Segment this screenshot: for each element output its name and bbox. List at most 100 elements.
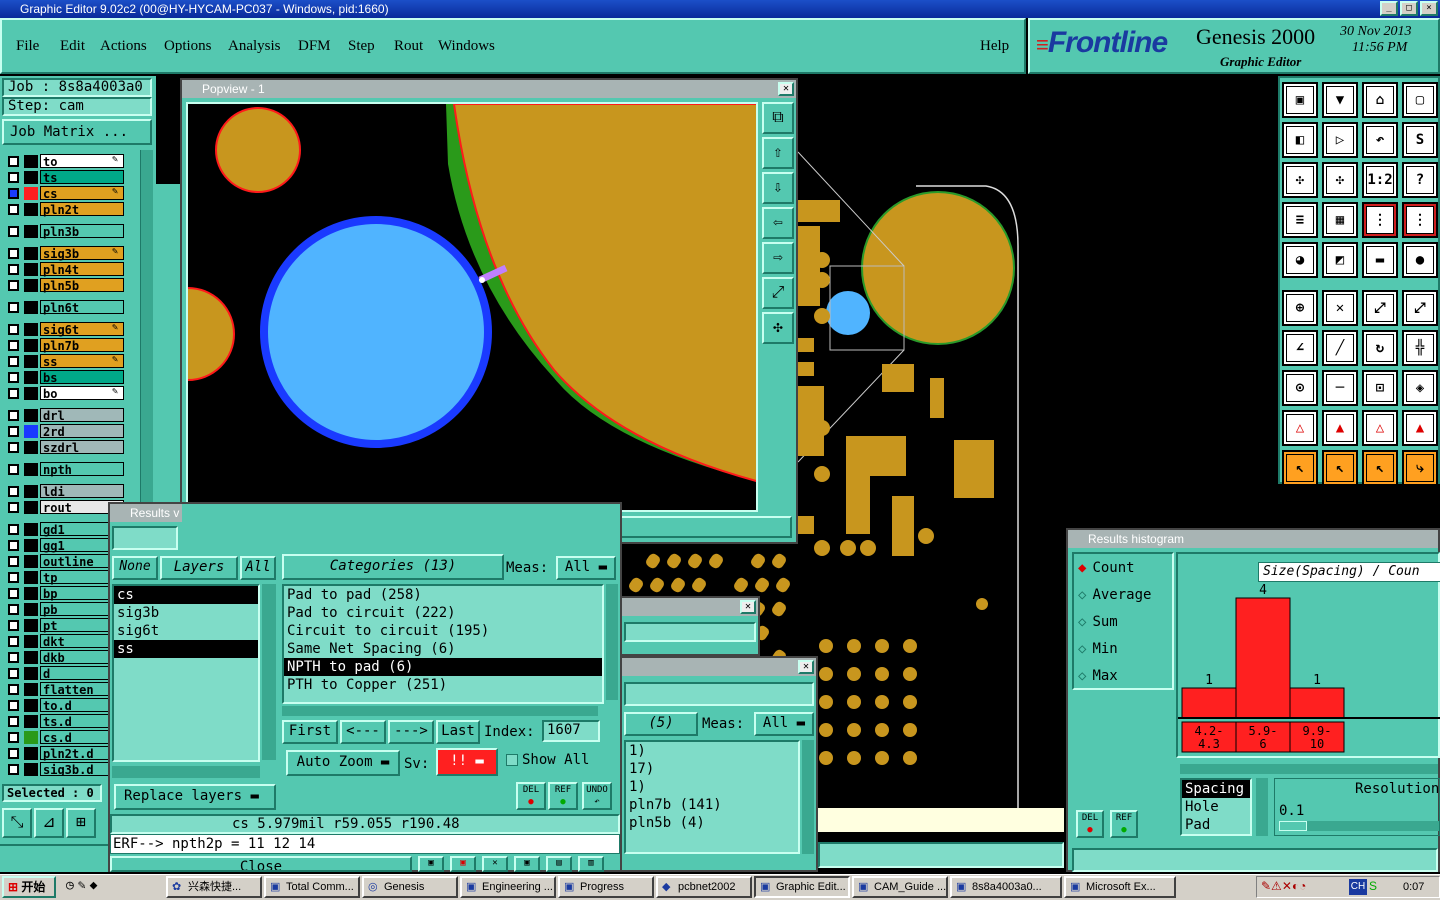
layer-row-pln7b[interactable]: pln7b (4, 338, 144, 353)
layer-visibility-checkbox[interactable] (8, 684, 19, 695)
layer-visibility-checkbox[interactable] (8, 388, 19, 399)
layer-visibility-checkbox[interactable] (8, 502, 19, 513)
hist-ref-button[interactable]: REF ● (1110, 810, 1138, 838)
results-layer-item[interactable]: cs (114, 586, 258, 604)
undo-button[interactable]: UNDO ↶ (582, 782, 612, 810)
layer-row-bo[interactable]: bo ✎ (4, 386, 144, 401)
hist-option-count[interactable]: ◆ Count (1078, 560, 1135, 576)
category-item[interactable]: Circuit to circuit (195) (284, 622, 602, 640)
menu-analysis[interactable]: Analysis (228, 38, 281, 55)
tool-a-icon[interactable]: ▣ (418, 856, 444, 872)
layer-visibility-checkbox[interactable] (8, 540, 19, 551)
menu-help[interactable]: Help (980, 38, 1009, 55)
menu-edit[interactable]: Edit (60, 38, 85, 55)
taskbar-item[interactable]: ▣ Microsoft Ex... (1064, 876, 1176, 898)
tool-ruler-icon[interactable]: ▬ (1362, 242, 1398, 278)
layer-visibility-checkbox[interactable] (8, 572, 19, 583)
start-button[interactable]: ⊞ 开始 (2, 876, 56, 898)
menu-rout[interactable]: Rout (394, 38, 423, 55)
layer-row-drl[interactable]: drl (4, 408, 144, 423)
show-all-checkbox[interactable] (506, 754, 518, 766)
quicklaunch-shield-icon[interactable]: ◆ (90, 878, 98, 896)
del-button[interactable]: DEL ● (516, 782, 546, 810)
severity-select[interactable]: !! ▬ (436, 748, 498, 776)
popview-left-icon[interactable]: ⇦ (762, 207, 794, 239)
hist-type-item[interactable]: Pad (1182, 816, 1250, 834)
prev-button[interactable]: <--- (340, 720, 386, 744)
tool-node-icon[interactable]: ⊕ (1282, 290, 1318, 326)
layer-row-pln5b[interactable]: pln5b (4, 278, 144, 293)
behind-list[interactable]: 1) 17) 1) pln7b (141) pln5b (4) (624, 740, 800, 854)
close-icon[interactable]: × (1420, 1, 1438, 16)
first-button[interactable]: First (282, 720, 338, 744)
layer-visibility-checkbox[interactable] (8, 226, 19, 237)
layer-row-pln6t[interactable]: pln6t (4, 300, 144, 315)
popview-down-icon[interactable]: ⇩ (762, 172, 794, 204)
tool-measure-b-icon[interactable]: ⤢ (1402, 290, 1438, 326)
layer-visibility-checkbox[interactable] (8, 188, 19, 199)
histogram-hscroll[interactable] (1180, 764, 1438, 774)
tool-tri-c-icon[interactable]: △ (1362, 410, 1398, 446)
layer-row-ldi[interactable]: ldi (4, 484, 144, 499)
taskbar-item[interactable]: ▣ 8s8a4003a0... (950, 876, 1062, 898)
hist-option-max[interactable]: ◇ Max (1078, 668, 1118, 684)
maximize-icon[interactable]: □ (1400, 1, 1418, 16)
behind-close-icon-2[interactable]: ✕ (798, 660, 814, 674)
layer-visibility-checkbox[interactable] (8, 588, 19, 599)
taskbar-item[interactable]: ✿ 兴森快捷... (166, 876, 262, 898)
layer-visibility-checkbox[interactable] (8, 156, 19, 167)
categories-button[interactable]: Categories (13) (282, 554, 504, 580)
layer-visibility-checkbox[interactable] (8, 716, 19, 727)
tool-angle-icon[interactable]: ∠ (1282, 330, 1318, 366)
tray-lang[interactable]: CH (1349, 879, 1367, 895)
tool-zoom-1-2-icon[interactable]: 1:2 (1362, 162, 1398, 198)
behind-list-item[interactable]: pln5b (4) (626, 814, 798, 832)
resolution-slider-thumb[interactable] (1279, 821, 1307, 831)
behind-list-item[interactable]: 17) (626, 760, 798, 778)
layer-visibility-checkbox[interactable] (8, 204, 19, 215)
category-item[interactable]: Pad to circuit (222) (284, 604, 602, 622)
taskbar-item[interactable]: ▣ Progress (558, 876, 654, 898)
hist-option-sum[interactable]: ◇ Sum (1078, 614, 1118, 630)
results-layer-item[interactable]: ss (114, 640, 258, 658)
popview-up-icon[interactable]: ⇧ (762, 137, 794, 169)
layer-visibility-checkbox[interactable] (8, 248, 19, 259)
tool-rotate-icon[interactable]: ↶ (1362, 122, 1398, 158)
tool-pan-icon[interactable]: ✣ (1282, 162, 1318, 198)
tool-b-icon[interactable]: ▣ (450, 856, 476, 872)
category-item[interactable]: NPTH to pad (6) (284, 658, 602, 676)
tool-f-icon[interactable]: ▥ (578, 856, 604, 872)
categories-list[interactable]: Pad to pad (258) Pad to circuit (222) Circ… (282, 584, 604, 704)
results-layer-list[interactable]: cs sig3b sig6t ss (112, 584, 260, 762)
tool-help-icon[interactable]: ? (1402, 162, 1438, 198)
tool-highlight-icon[interactable]: ◩ (1322, 242, 1358, 278)
tool-pad-icon[interactable]: ● (1402, 242, 1438, 278)
results-layer-scrollbar[interactable] (262, 584, 276, 760)
layer-visibility-checkbox[interactable] (8, 426, 19, 437)
category-item[interactable]: Same Net Spacing (6) (284, 640, 602, 658)
layer-visibility-checkbox[interactable] (8, 764, 19, 775)
zoom-box-icon[interactable]: ⤡ (2, 808, 32, 838)
popview-right-icon[interactable]: ⇨ (762, 242, 794, 274)
behind-count[interactable]: (5) (624, 712, 698, 736)
ref-button[interactable]: REF ● (548, 782, 578, 810)
layer-row-sig3b[interactable]: sig3b ✎ (4, 246, 144, 261)
taskbar-item[interactable]: ◎ Genesis (362, 876, 458, 898)
hist-bar[interactable] (1235, 597, 1291, 719)
taskbar-item[interactable]: ▣ Total Comm... (264, 876, 360, 898)
categories-scrollbar[interactable] (606, 584, 618, 700)
layer-visibility-checkbox[interactable] (8, 748, 19, 759)
menu-windows[interactable]: Windows (438, 38, 495, 55)
popview-fit-icon[interactable]: ⤢ (762, 277, 794, 309)
layer-visibility-checkbox[interactable] (8, 486, 19, 497)
layer-visibility-checkbox[interactable] (8, 442, 19, 453)
tool-tri-b-icon[interactable]: ▲ (1322, 410, 1358, 446)
tool-tri-d-icon[interactable]: ▲ (1402, 410, 1438, 446)
hist-bar[interactable] (1289, 687, 1345, 719)
tool-selector-b-icon[interactable]: ⋮ (1402, 202, 1438, 238)
layer-row-szdrl[interactable]: szdrl (4, 440, 144, 455)
behind-meas-select[interactable]: All ▬ (754, 712, 814, 736)
layer-row-bs[interactable]: bs (4, 370, 144, 385)
tool-d-icon[interactable]: ▣ (514, 856, 540, 872)
tool-route-icon[interactable]: ⤷ (1402, 450, 1438, 486)
